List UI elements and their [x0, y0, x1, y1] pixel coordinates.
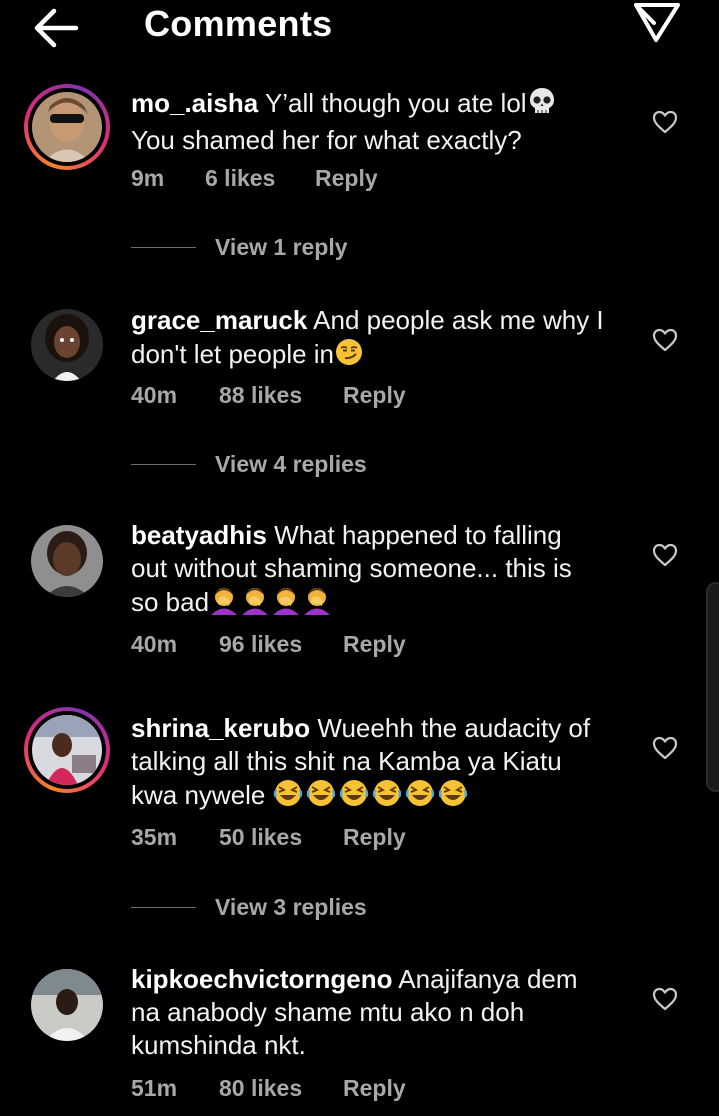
- laughing-emoji-icon: [273, 778, 473, 816]
- comment-text: beatyadhis What happened to falling out …: [131, 519, 621, 623]
- comments-screen: Comments mo_.aisha Y’all though you ate …: [0, 0, 719, 1116]
- like-heart-icon[interactable]: [652, 736, 678, 760]
- reply-button[interactable]: Reply: [343, 824, 406, 851]
- comment-username[interactable]: shrina_kerubo: [131, 713, 310, 743]
- facepalm-emoji-icon: [209, 585, 333, 623]
- comment-time: 51m: [131, 1075, 178, 1101]
- avatar[interactable]: [24, 962, 110, 1048]
- scroll-handle[interactable]: [706, 582, 719, 792]
- comment-meta: 35m 50 likes Reply: [131, 824, 406, 851]
- comment-text: grace_maruck And people ask me why I don…: [131, 304, 621, 375]
- like-heart-icon[interactable]: [652, 110, 678, 134]
- direct-send-icon[interactable]: [628, 0, 684, 46]
- comment-time: 35m: [131, 824, 178, 850]
- view-replies-button[interactable]: View 1 reply: [131, 232, 348, 262]
- comment-likes[interactable]: 96 likes: [219, 631, 343, 658]
- reply-button[interactable]: Reply: [343, 1075, 406, 1102]
- avatar[interactable]: [24, 302, 110, 388]
- header-bar: Comments: [0, 0, 719, 56]
- skull-emoji-icon: [527, 86, 557, 124]
- divider-line: [131, 463, 196, 465]
- comment-username[interactable]: kipkoechvictorngeno: [131, 964, 393, 994]
- avatar[interactable]: [24, 518, 110, 604]
- back-arrow-icon[interactable]: [28, 6, 84, 50]
- reply-button[interactable]: Reply: [343, 631, 406, 658]
- comment-username[interactable]: grace_maruck: [131, 305, 307, 335]
- avatar[interactable]: [24, 707, 110, 793]
- comment-username[interactable]: mo_.aisha: [131, 88, 258, 118]
- comment-time: 40m: [131, 382, 178, 408]
- divider-line: [131, 246, 196, 248]
- comment-likes[interactable]: 6 likes: [205, 165, 315, 192]
- comment-likes[interactable]: 50 likes: [219, 824, 343, 851]
- comment-meta: 40m 88 likes Reply: [131, 382, 406, 409]
- like-heart-icon[interactable]: [652, 328, 678, 352]
- divider-line: [131, 906, 196, 908]
- reply-button[interactable]: Reply: [343, 382, 406, 409]
- avatar[interactable]: [24, 84, 110, 170]
- page-title: Comments: [144, 3, 333, 44]
- comment-time: 40m: [131, 631, 178, 657]
- view-replies-button[interactable]: View 3 replies: [131, 892, 367, 922]
- comment-likes[interactable]: 80 likes: [219, 1075, 343, 1102]
- comment-likes[interactable]: 88 likes: [219, 382, 343, 409]
- comment-username[interactable]: beatyadhis: [131, 520, 267, 550]
- comment-text: kipkoechvictorngeno Anajifanya dem na an…: [131, 964, 578, 1060]
- smirking-face-emoji-icon: [334, 337, 364, 375]
- like-heart-icon[interactable]: [652, 987, 678, 1011]
- reply-button[interactable]: Reply: [315, 165, 378, 192]
- comment-time: 9m: [131, 165, 165, 191]
- comment-meta: 51m 80 likes Reply: [131, 1075, 406, 1102]
- like-heart-icon[interactable]: [652, 543, 678, 567]
- view-replies-button[interactable]: View 4 replies: [131, 449, 367, 479]
- comment-meta: 40m 96 likes Reply: [131, 631, 406, 658]
- comment-meta: 9m 6 likes Reply: [131, 165, 378, 192]
- comment-text: shrina_kerubo Wueehh the audacity of tal…: [131, 712, 621, 816]
- comment-text: mo_.aisha Y’all though you ate lol You s…: [131, 86, 621, 157]
